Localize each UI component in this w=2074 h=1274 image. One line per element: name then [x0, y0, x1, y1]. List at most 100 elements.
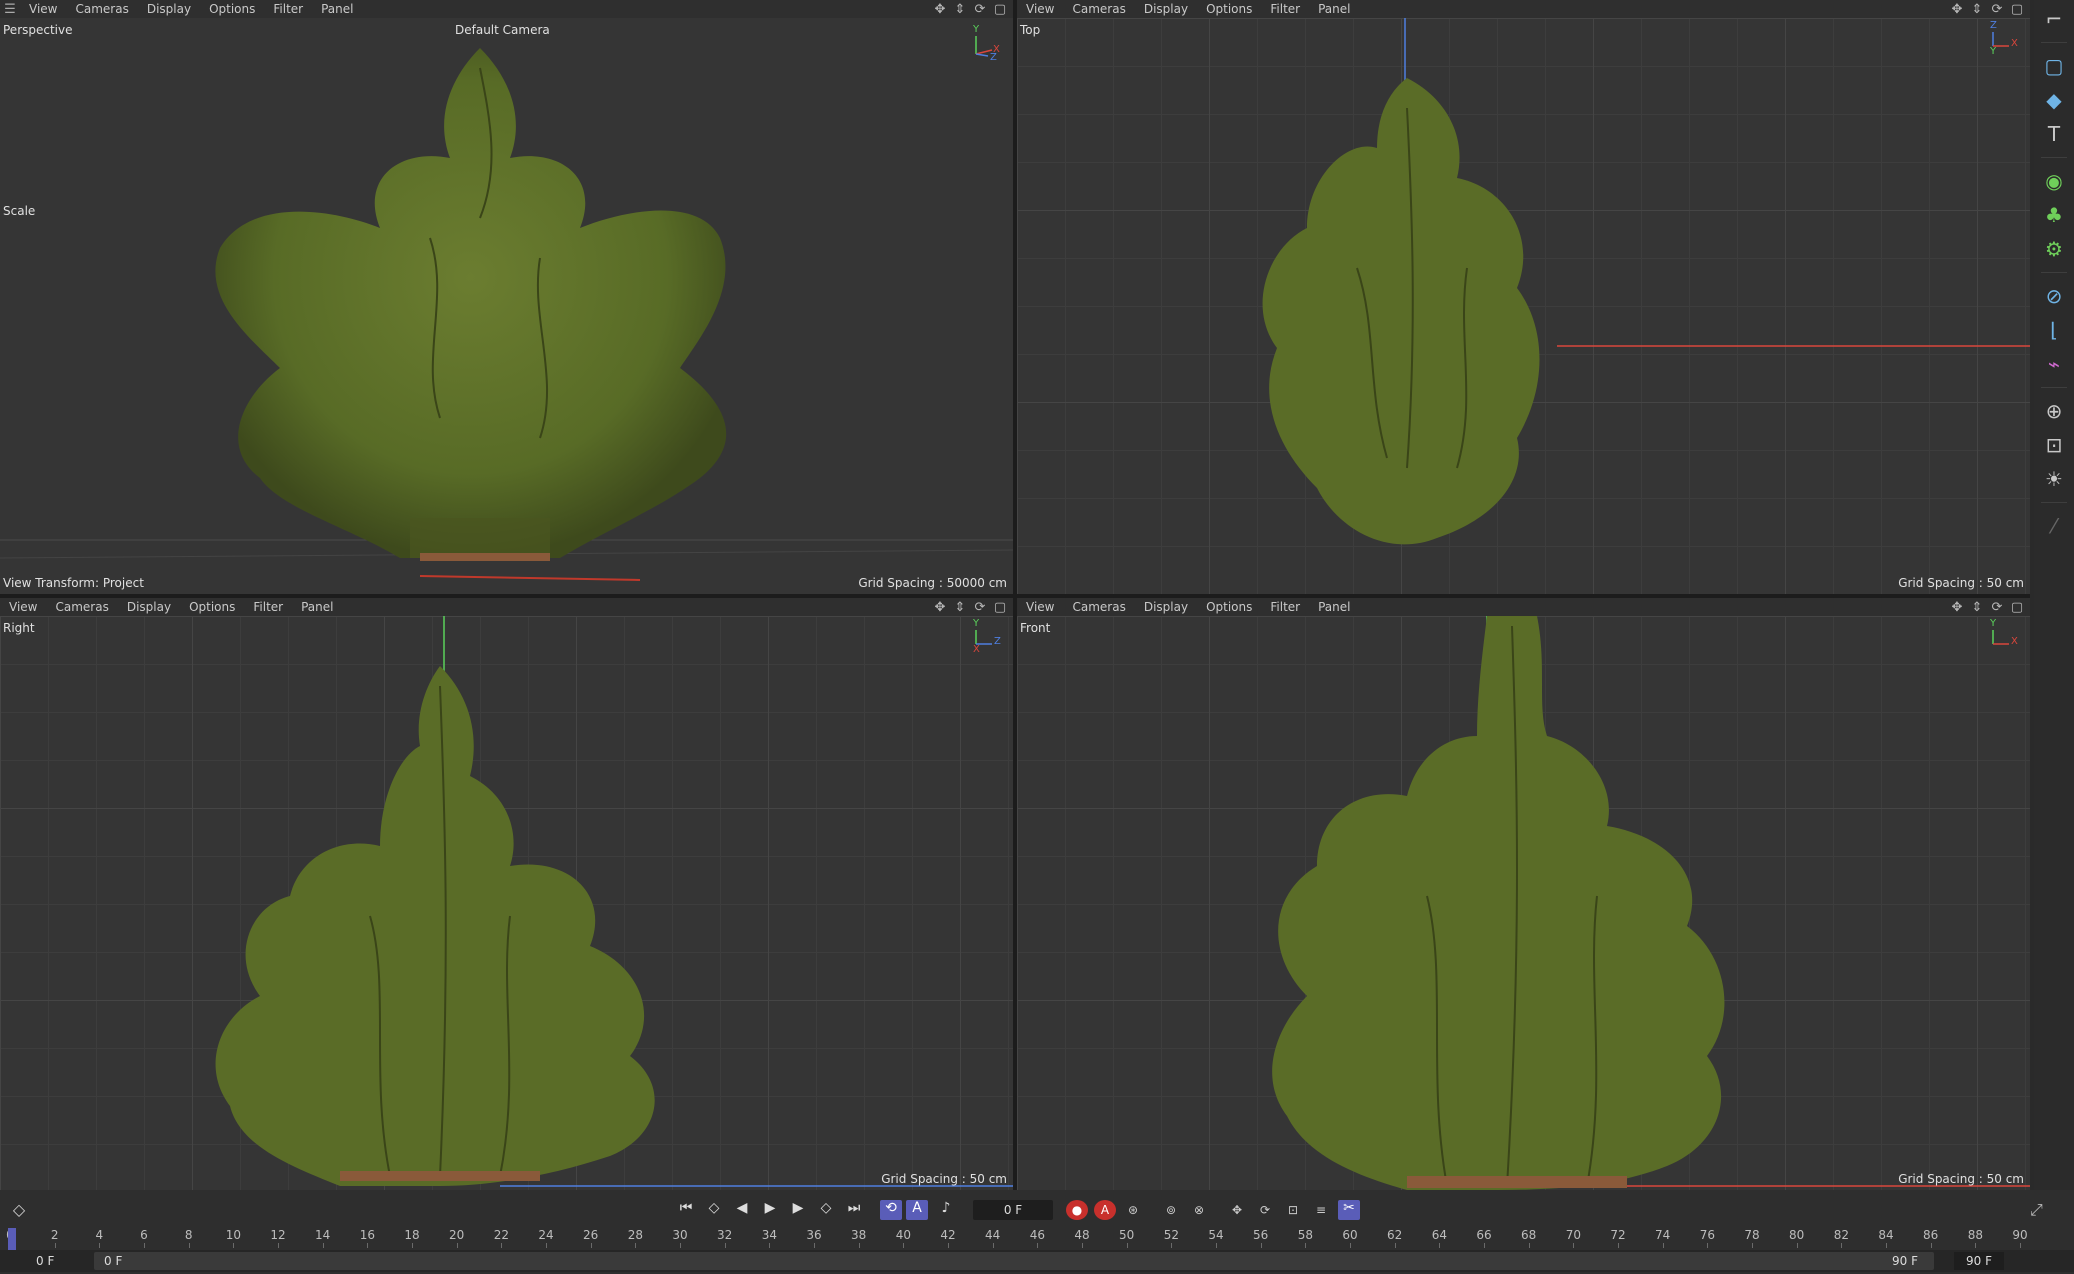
scale-key-icon[interactable]: ⊡ [1282, 1200, 1304, 1220]
tick-mark [144, 1243, 145, 1248]
menu-cameras[interactable]: Cameras [46, 600, 117, 614]
perspective-canvas[interactable]: Perspective Default Camera Scale Y X Z V… [0, 18, 1013, 594]
timeline-ruler[interactable]: 0246810121416182022242628303234363840424… [6, 1226, 2030, 1248]
range-slider[interactable]: 0 F 90 F [94, 1252, 1934, 1270]
right-viewport[interactable]: View Cameras Display Options Filter Pane… [0, 598, 1013, 1190]
max-frame-field[interactable]: 90 F [1954, 1252, 2004, 1270]
menu-options[interactable]: Options [200, 2, 264, 16]
gear-icon[interactable]: ⚙ [2039, 234, 2069, 264]
maximize-view-icon[interactable]: ▢ [2010, 2, 2024, 17]
min-frame-field[interactable]: 0 F [36, 1252, 54, 1270]
keyframe-icon[interactable]: ◇ [10, 1200, 28, 1219]
menu-panel[interactable]: Panel [292, 600, 342, 614]
point-level-icon[interactable]: ✂ [1338, 1200, 1360, 1220]
menu-panel[interactable]: Panel [312, 2, 362, 16]
rotate-view-icon[interactable]: ⟳ [973, 2, 987, 17]
play-icon[interactable]: ▶ [759, 1200, 781, 1220]
maximize-view-icon[interactable]: ▢ [993, 2, 1007, 17]
menu-options[interactable]: Options [1197, 600, 1261, 614]
move-view-icon[interactable]: ✥ [1950, 2, 1964, 17]
camera-selector[interactable]: Default Camera [455, 23, 550, 37]
viewport-menubar: View Cameras Display Options Filter Pane… [1017, 598, 2030, 616]
menu-view[interactable]: View [20, 2, 66, 16]
rotate-view-icon[interactable]: ⟳ [1990, 600, 2004, 615]
go-to-end-icon[interactable]: ⏭ [843, 1200, 865, 1220]
scale-label[interactable]: Scale [3, 204, 35, 218]
maximize-view-icon[interactable]: ▢ [993, 600, 1007, 615]
menu-view[interactable]: View [1017, 600, 1063, 614]
menu-view[interactable]: View [1017, 2, 1063, 16]
position-key-icon[interactable]: ✥ [1226, 1200, 1248, 1220]
menu-display[interactable]: Display [118, 600, 180, 614]
cloner-icon[interactable]: ♣ [2039, 200, 2069, 230]
reset-icon[interactable]: ⊗ [1188, 1200, 1210, 1220]
camera-icon[interactable]: ⊡ [2039, 430, 2069, 460]
selection-icon[interactable]: ⌊ [2039, 315, 2069, 345]
start-frame-field[interactable]: 0 F [104, 1252, 122, 1270]
menu-panel[interactable]: Panel [1309, 600, 1359, 614]
menu-cameras[interactable]: Cameras [66, 2, 137, 16]
menu-options[interactable]: Options [180, 600, 244, 614]
menu-options[interactable]: Options [1197, 2, 1261, 16]
tick-label: 2 [50, 1228, 59, 1242]
cube-solid-icon[interactable]: ◆ [2039, 85, 2069, 115]
autokey-icon[interactable]: A [1094, 1200, 1116, 1220]
sound-icon[interactable]: ♪ [935, 1200, 957, 1220]
go-to-start-icon[interactable]: ⏮ [675, 1200, 697, 1220]
front-canvas[interactable]: Front Y X Grid Spacing : 50 cm [1017, 616, 2030, 1190]
right-canvas[interactable]: Right Y Z X Grid Spacing : 50 cm [0, 616, 1013, 1190]
menu-cameras[interactable]: Cameras [1063, 600, 1134, 614]
menu-display[interactable]: Display [138, 2, 200, 16]
top-canvas[interactable]: Top Z X Y Grid Spacing : 50 cm [1017, 18, 2030, 594]
next-key-icon[interactable]: ◇ [815, 1200, 837, 1220]
deformer-icon[interactable]: ⊘ [2039, 281, 2069, 311]
move-view-icon[interactable]: ✥ [1950, 600, 1964, 615]
keyframe-selection-icon[interactable]: ⊛ [1122, 1200, 1144, 1220]
current-frame-field[interactable]: 0 F [973, 1200, 1053, 1220]
spline-icon[interactable]: ⌁ [2039, 349, 2069, 379]
light-icon[interactable]: ☀ [2039, 464, 2069, 494]
move-view-icon[interactable]: ✥ [933, 2, 947, 17]
menu-panel[interactable]: Panel [1309, 2, 1359, 16]
pan-view-icon[interactable]: ⇕ [1970, 2, 1984, 17]
record-icon[interactable]: ● [1066, 1200, 1088, 1220]
layout-icon[interactable]: ⌐ [2039, 4, 2069, 34]
menu-filter[interactable]: Filter [1261, 600, 1309, 614]
preview-range-icon[interactable]: A [906, 1200, 928, 1220]
pan-view-icon[interactable]: ⇕ [953, 600, 967, 615]
loop-icon[interactable]: ⟲ [880, 1200, 902, 1220]
menu-view[interactable]: View [0, 600, 46, 614]
hamburger-menu-icon[interactable]: ☰ [0, 2, 20, 17]
maximize-view-icon[interactable]: ▢ [2010, 600, 2024, 615]
rotate-view-icon[interactable]: ⟳ [1990, 2, 2004, 17]
top-viewport[interactable]: View Cameras Display Options Filter Pane… [1017, 0, 2030, 594]
front-viewport[interactable]: View Cameras Display Options Filter Pane… [1017, 598, 2030, 1190]
axis-x-label: X [973, 644, 980, 655]
prev-key-icon[interactable]: ◇ [703, 1200, 725, 1220]
tick-label: 38 [851, 1228, 867, 1242]
generator-icon[interactable]: ◉ [2039, 166, 2069, 196]
rotate-view-icon[interactable]: ⟳ [973, 600, 987, 615]
brush-icon[interactable]: ⁄ [2039, 511, 2069, 541]
menu-display[interactable]: Display [1135, 2, 1197, 16]
prev-frame-icon[interactable]: ◀ [731, 1200, 753, 1220]
key-mode-icon[interactable]: ⊚ [1160, 1200, 1182, 1220]
cube-icon[interactable]: ▢ [2039, 51, 2069, 81]
scene-icon[interactable]: ⊕ [2039, 396, 2069, 426]
menu-filter[interactable]: Filter [244, 600, 292, 614]
menu-display[interactable]: Display [1135, 600, 1197, 614]
perspective-viewport[interactable]: ☰ View Cameras Display Options Filter Pa… [0, 0, 1013, 594]
pan-view-icon[interactable]: ⇕ [953, 2, 967, 17]
text-icon[interactable]: T [2039, 119, 2069, 149]
menu-filter[interactable]: Filter [264, 2, 312, 16]
param-key-icon[interactable]: ≡ [1310, 1200, 1332, 1220]
playhead[interactable] [8, 1228, 16, 1250]
menu-cameras[interactable]: Cameras [1063, 2, 1134, 16]
rotation-key-icon[interactable]: ⟳ [1254, 1200, 1276, 1220]
menu-filter[interactable]: Filter [1261, 2, 1309, 16]
pan-view-icon[interactable]: ⇕ [1970, 600, 1984, 615]
end-frame-field[interactable]: 90 F [1892, 1252, 1918, 1270]
move-view-icon[interactable]: ✥ [933, 600, 947, 615]
graph-editor-icon[interactable]: ⤢ [2030, 1200, 2052, 1220]
next-frame-icon[interactable]: ▶ [787, 1200, 809, 1220]
